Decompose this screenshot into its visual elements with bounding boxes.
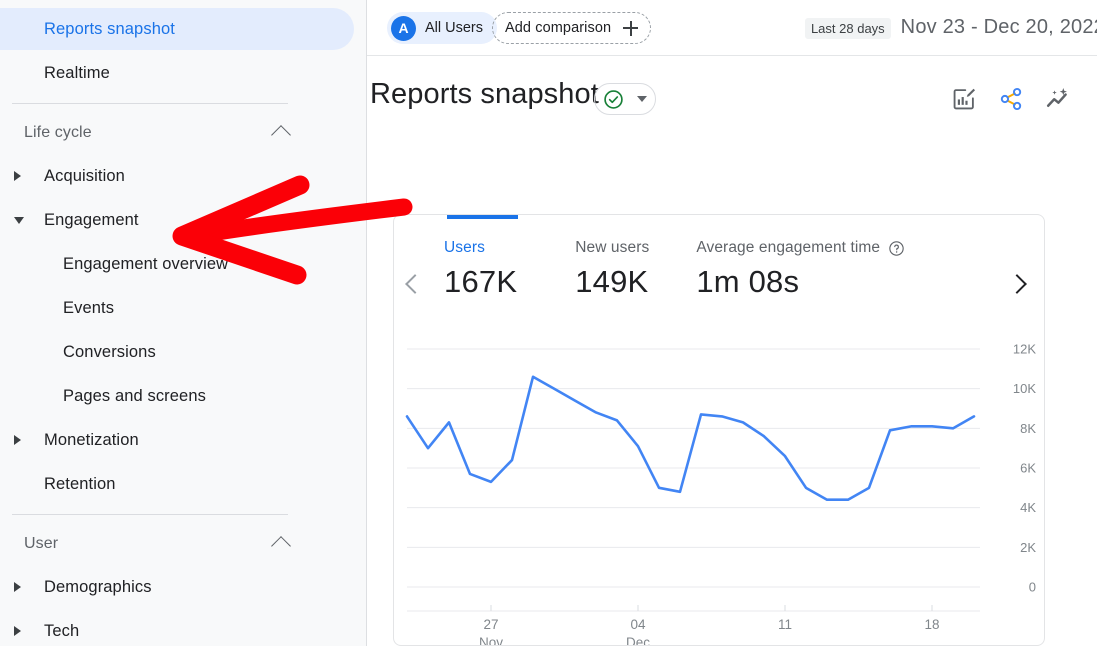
sidebar-section-user[interactable]: User <box>0 524 366 564</box>
sidebar-item-label: Demographics <box>18 578 152 597</box>
sidebar-divider <box>12 514 288 515</box>
triangle-right-icon <box>14 626 21 636</box>
svg-text:6K: 6K <box>1020 461 1036 476</box>
sidebar-item-realtime[interactable]: Realtime <box>0 52 354 94</box>
chevron-up-icon <box>271 125 291 145</box>
sidebar-section-life-cycle[interactable]: Life cycle <box>0 113 366 153</box>
sidebar-item-label: Events <box>18 299 114 318</box>
triangle-right-icon <box>14 582 21 592</box>
date-range-picker[interactable]: Last 28 days Nov 23 - Dec 20, 2022 <box>805 16 1097 39</box>
metric-value: 167K <box>444 264 517 300</box>
audience-label: All Users <box>425 20 483 36</box>
add-comparison-label: Add comparison <box>505 20 611 36</box>
users-over-time-line-chart: 0 2K 4K 6K 8K 10K 12K 27 Nov 04 Dec 11 18 <box>394 331 1045 646</box>
svg-text:10K: 10K <box>1013 381 1036 396</box>
metric-new-users[interactable]: New users 149K <box>575 239 649 300</box>
sidebar-item-acquisition[interactable]: Acquisition <box>0 155 354 197</box>
metric-label: Users <box>444 239 517 257</box>
svg-text:11: 11 <box>778 617 792 632</box>
plus-icon <box>623 21 638 36</box>
metrics-row: Users 167K New users 149K Average engage… <box>394 239 1045 300</box>
svg-text:4K: 4K <box>1020 500 1036 515</box>
help-icon[interactable] <box>888 240 905 257</box>
main-content-area: A All Users Add comparison Last 28 days … <box>367 0 1097 646</box>
chevron-up-icon <box>271 536 291 556</box>
sidebar-item-events[interactable]: Events <box>0 287 354 329</box>
sidebar-item-monetization[interactable]: Monetization <box>0 419 354 461</box>
date-range-label: Nov 23 - Dec 20, 2022 <box>901 16 1097 39</box>
metric-value: 149K <box>575 264 649 300</box>
chart-svg: 0 2K 4K 6K 8K 10K 12K 27 Nov 04 Dec 11 18 <box>394 331 1045 646</box>
share-button[interactable] <box>994 82 1028 116</box>
avatar: A <box>391 16 416 41</box>
overview-metrics-card: Users 167K New users 149K Average engage… <box>393 214 1045 646</box>
chart-y-tick-labels: 0 2K 4K 6K 8K 10K 12K <box>1013 342 1036 595</box>
sidebar-item-label: Conversions <box>18 343 156 362</box>
chart-series-line <box>407 377 974 500</box>
sidebar-item-engagement[interactable]: Engagement <box>0 199 354 241</box>
sidebar-item-engagement-overview[interactable]: Engagement overview <box>0 243 354 285</box>
svg-text:Dec: Dec <box>626 635 650 646</box>
insights-button[interactable] <box>1040 82 1074 116</box>
sidebar-item-demographics[interactable]: Demographics <box>0 566 354 608</box>
sidebar-item-retention[interactable]: Retention <box>0 463 354 505</box>
sidebar-item-label: Acquisition <box>18 167 125 186</box>
svg-text:27: 27 <box>483 617 498 632</box>
add-comparison-button[interactable]: Add comparison <box>492 12 651 44</box>
sidebar-item-label: Engagement overview <box>18 255 228 274</box>
triangle-right-icon <box>14 171 21 181</box>
svg-text:Nov: Nov <box>479 635 503 646</box>
sidebar-section-label: Life cycle <box>24 124 92 142</box>
svg-text:12K: 12K <box>1013 342 1036 357</box>
page-title: Reports snapshot <box>370 78 599 111</box>
metric-label-wrapper: Average engagement time <box>696 239 905 257</box>
sidebar-item-label: Tech <box>18 622 79 641</box>
sidebar-item-pages-and-screens[interactable]: Pages and screens <box>0 375 354 417</box>
left-sidebar-navigation: Reports snapshot Realtime Life cycle Acq… <box>0 0 367 646</box>
sidebar-item-label: Monetization <box>18 431 139 450</box>
share-icon <box>998 86 1024 112</box>
metric-value: 1m 08s <box>696 264 905 300</box>
report-status-dropdown[interactable] <box>594 83 656 115</box>
sidebar-item-reports-snapshot[interactable]: Reports snapshot <box>0 8 354 50</box>
sidebar-item-label: Engagement <box>18 211 139 230</box>
sidebar-item-label: Pages and screens <box>18 387 206 406</box>
sidebar-item-label: Realtime <box>18 64 110 83</box>
sidebar-item-label: Reports snapshot <box>18 20 175 39</box>
analytics-reports-snapshot-page: Reports snapshot Realtime Life cycle Acq… <box>0 0 1097 646</box>
check-circle-icon <box>603 89 624 110</box>
caret-down-icon <box>637 96 647 102</box>
audience-chip-all-users[interactable]: A All Users <box>387 12 497 44</box>
report-title-row: Reports snapshot <box>367 56 1097 136</box>
triangle-down-icon <box>14 217 24 224</box>
sidebar-item-tech[interactable]: Tech <box>0 610 354 646</box>
date-preset-badge: Last 28 days <box>805 18 891 39</box>
selected-metric-indicator <box>447 215 518 219</box>
svg-text:2K: 2K <box>1020 540 1036 555</box>
report-topbar: A All Users Add comparison Last 28 days … <box>367 0 1097 56</box>
metric-users[interactable]: Users 167K <box>444 239 517 300</box>
triangle-right-icon <box>14 435 21 445</box>
svg-text:04: 04 <box>630 617 646 632</box>
metric-label: Average engagement time <box>696 239 880 257</box>
metric-average-engagement-time[interactable]: Average engagement time 1m 08s <box>696 239 905 300</box>
customize-report-icon <box>951 86 977 112</box>
metric-label: New users <box>575 239 649 257</box>
svg-text:0: 0 <box>1029 580 1036 595</box>
svg-text:8K: 8K <box>1020 421 1036 436</box>
sidebar-divider <box>12 103 288 104</box>
insights-icon <box>1043 85 1071 113</box>
sidebar-item-label: Retention <box>18 475 116 494</box>
sidebar-item-conversions[interactable]: Conversions <box>0 331 354 373</box>
svg-text:18: 18 <box>924 617 939 632</box>
sidebar-section-label: User <box>24 535 58 553</box>
customize-report-button[interactable] <box>947 82 981 116</box>
